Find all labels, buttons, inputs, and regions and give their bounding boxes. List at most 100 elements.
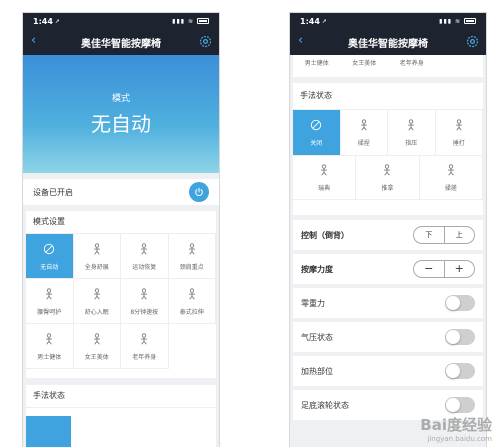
mode-item-partial[interactable]: 女王美体: [341, 55, 389, 77]
grid-item[interactable]: 捶打: [435, 110, 483, 156]
grid-item-label: 老年养身: [132, 353, 157, 361]
grid-item[interactable]: 瑞典: [293, 156, 357, 200]
technique-title: 手法状态: [33, 391, 65, 400]
grid-item[interactable]: 女王美体: [73, 324, 121, 369]
back-icon[interactable]: ‹: [31, 33, 36, 48]
heating-row: 加热部位: [293, 356, 483, 386]
device-status-row: 设备已开启: [23, 179, 219, 205]
grid-item[interactable]: 无自动: [26, 234, 74, 279]
waist-icon: [42, 287, 56, 307]
nav-bar: ‹ 奥佳华智能按摩椅: [23, 29, 219, 55]
grid-item[interactable]: 全身舒展: [73, 234, 121, 279]
technique-title: 手法状态: [300, 91, 332, 100]
battery-icon: [464, 18, 476, 24]
strength-control-row: 按摩力度 − +: [293, 254, 483, 284]
location-arrow-icon: ➚: [54, 17, 60, 25]
grid-item-label: 男士健体: [37, 353, 62, 361]
grid-item-label: 运动恢复: [132, 263, 157, 271]
mode-value: 无自动: [91, 112, 151, 136]
grid-item[interactable]: 老年养身: [121, 324, 169, 369]
swedish-icon: [317, 163, 331, 183]
grid-item-label: 瑞典: [318, 185, 331, 192]
backrest-control-row: 控制（倒背） 下 上: [293, 220, 483, 250]
sleep-icon: [90, 287, 104, 307]
mode-grid: 无自动 全身舒展 运动恢复 颈肩重点腰臀呵护 舒心入眠 8分钟速按 泰式拉伸男士健体 女王美体…: [26, 233, 216, 369]
technique-card-left: 手法状态: [26, 385, 216, 447]
status-time: 1:44: [33, 16, 53, 26]
tuina-icon: [380, 163, 394, 183]
status-bar: 1:44 ➚ ▮▮▮ ≋: [23, 13, 219, 29]
gear-icon[interactable]: [465, 34, 480, 49]
grid-item[interactable]: 腰臀呵护: [26, 279, 74, 324]
grid-item-label: 指压: [405, 140, 418, 147]
nav-bar: ‹ 奥佳华智能按摩椅: [290, 29, 486, 55]
technique-card: 手法状态 关闭 揉捏 指压 捶打 瑞典 推拿 揉搓: [293, 83, 483, 215]
grid-item[interactable]: 8分钟速按: [121, 279, 169, 324]
grid-item[interactable]: 揉搓: [419, 156, 483, 200]
phone-screen-right: 1:44 ➚ ▮▮▮ ≋ ‹ 奥佳华智能按摩椅 男士健体 女王美体 老年养身 手…: [289, 12, 487, 447]
grid-item-label: 捶打: [452, 140, 465, 147]
grid-item[interactable]: 运动恢复: [121, 234, 169, 279]
mode-settings-card: 模式设置 无自动 全身舒展 运动恢复 颈肩重点 腰臀呵护 舒心入眠 8分钟速按 泰式拉伸 男士健…: [26, 211, 216, 378]
zero-gravity-row: 零重力: [293, 288, 483, 318]
heating-toggle[interactable]: [445, 363, 475, 379]
power-button[interactable]: [189, 182, 209, 202]
watermark-url: jingyan.baidu.com: [427, 435, 492, 443]
grid-item-label: 揉搓: [444, 185, 457, 192]
device-status-text: 设备已开启: [33, 187, 73, 197]
timer-icon: [137, 287, 151, 307]
slash-icon: [42, 242, 56, 262]
grid-item[interactable]: 推拿: [356, 156, 420, 200]
grid-item[interactable]: 男士健体: [26, 324, 74, 369]
zero-gravity-toggle[interactable]: [445, 295, 475, 311]
mode-item-partial[interactable]: 男士健体: [293, 55, 341, 77]
stretch-icon: [90, 242, 104, 262]
page-title: 奥佳华智能按摩椅: [348, 38, 428, 50]
signal-icon: ▮▮▮ ≋: [172, 17, 194, 25]
strength-segmented-control: − +: [413, 260, 475, 278]
gear-icon[interactable]: [198, 34, 213, 49]
location-arrow-icon: ➚: [321, 17, 327, 25]
grid-item[interactable]: 关闭: [293, 110, 341, 156]
rub-icon: [444, 163, 458, 183]
queen-icon: [90, 332, 104, 352]
elder-icon: [137, 332, 151, 352]
signal-icon: ▮▮▮ ≋: [439, 17, 461, 25]
weight-icon: [137, 242, 151, 262]
backrest-up-button[interactable]: 上: [445, 227, 475, 243]
grid-item-label: 颈肩重点: [179, 263, 204, 271]
technique-grid-row2: 瑞典 推拿 揉搓: [293, 156, 483, 200]
watermark: Bai度经验 jingyan.baidu.com: [420, 414, 492, 443]
air-pressure-toggle[interactable]: [445, 329, 475, 345]
grid-item[interactable]: 指压: [388, 110, 436, 156]
slash-icon: [309, 118, 323, 138]
power-icon: [195, 187, 203, 197]
grid-item-label: 泰式拉伸: [179, 308, 204, 316]
grid-item-label: 女王美体: [84, 353, 109, 361]
strength-plus-button[interactable]: +: [445, 261, 475, 277]
strength-minus-button[interactable]: −: [414, 261, 445, 277]
man-icon: [42, 332, 56, 352]
mode-label: 模式: [111, 94, 130, 104]
battery-icon: [197, 18, 209, 24]
foot-roller-toggle[interactable]: [445, 397, 475, 413]
page-title: 奥佳华智能按摩椅: [81, 38, 161, 50]
mode-item-partial[interactable]: 老年养身: [388, 55, 436, 77]
backrest-label: 控制（倒背）: [301, 230, 349, 240]
tap-icon: [452, 118, 466, 138]
grid-item-label: 关闭: [310, 140, 323, 147]
grid-item[interactable]: 颈肩重点: [168, 234, 216, 279]
technique-active-cell[interactable]: [26, 416, 71, 447]
zero-gravity-label: 零重力: [301, 298, 325, 308]
backrest-down-button[interactable]: 下: [414, 227, 445, 243]
thai-stretch-icon: [185, 287, 199, 307]
grid-item[interactable]: 泰式拉伸: [168, 279, 216, 324]
grid-item[interactable]: 揉捏: [340, 110, 388, 156]
technique-grid-row1: 关闭 揉捏 指压 捶打: [293, 109, 483, 156]
status-bar: 1:44 ➚ ▮▮▮ ≋: [290, 13, 486, 29]
grid-item-label: 8分钟速按: [130, 308, 159, 316]
back-icon[interactable]: ‹: [298, 33, 303, 48]
grid-item[interactable]: 舒心入眠: [73, 279, 121, 324]
grid-item-label: 全身舒展: [84, 263, 109, 271]
air-pressure-row: 气压状态: [293, 322, 483, 352]
